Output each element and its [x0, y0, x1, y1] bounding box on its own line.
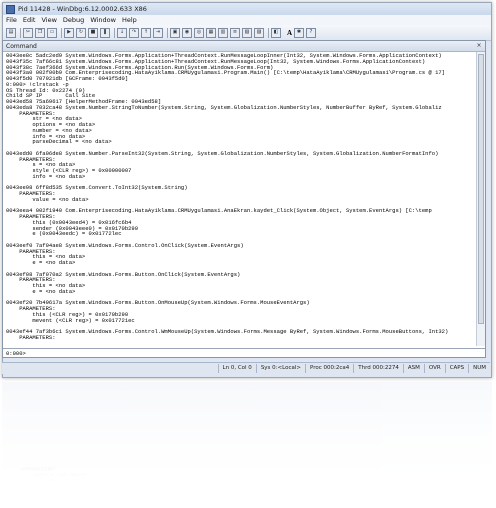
go-icon[interactable]: ▶ [64, 27, 74, 38]
open-icon[interactable]: ▤ [6, 27, 16, 38]
menu-view[interactable]: View [41, 16, 56, 24]
output-line: 0043eea4 002f1940 Com.Enterprisecoding.H… [6, 208, 432, 214]
menu-window[interactable]: Window [90, 16, 116, 24]
restart-icon[interactable]: ↻ [76, 27, 86, 38]
menu-help[interactable]: Help [122, 16, 137, 24]
menu-debug[interactable]: Debug [63, 16, 84, 24]
toolbar-separator [61, 27, 62, 38]
run-to-cursor-icon[interactable]: ⇥ [153, 27, 163, 38]
step-over-icon[interactable]: ↷ [129, 27, 139, 38]
title-bar[interactable]: Pid 11428 - WinDbg:6.12.0002.633 X86 [3, 3, 491, 15]
close-icon[interactable]: × [475, 42, 483, 49]
step-out-icon[interactable]: ↑ [141, 27, 151, 38]
vertical-scrollbar[interactable] [476, 52, 485, 346]
step-into-icon[interactable]: ↓ [117, 27, 127, 38]
status-num: NUM [468, 364, 490, 373]
copy-icon[interactable]: ❐ [35, 27, 45, 38]
command-output[interactable]: 0043ee8c 5adc2ed9 System.Windows.Forms.A… [3, 52, 476, 346]
menu-edit[interactable]: Edit [23, 16, 36, 24]
font-button[interactable]: A [285, 28, 294, 37]
toolbar-separator [20, 27, 21, 38]
output-line: 0043eda8 7032ca48 System.Number.StringTo… [6, 104, 442, 111]
toolbar-separator [167, 27, 168, 38]
output-line: 0043edd0 6fa06de8 System.Number.ParseInt… [6, 150, 439, 157]
status-caps: CAPS [444, 364, 468, 373]
toolbar-separator [268, 27, 269, 38]
stop-icon[interactable]: ■ [88, 27, 98, 38]
registers-window-icon[interactable]: ▦ [206, 27, 216, 38]
window-title: Pid 11428 - WinDbg:6.12.0002.633 X86 [18, 5, 147, 13]
output-line: 0043ef44 7af3b6c1 System.Windows.Forms.C… [6, 329, 449, 335]
options-icon[interactable]: ✱ [294, 27, 304, 38]
command-window-header[interactable]: Command × [3, 41, 485, 52]
memory-window-icon[interactable]: ▥ [218, 27, 228, 38]
scratch-pad-icon[interactable]: ▨ [254, 27, 264, 38]
locals-window-icon[interactable]: ◎ [194, 27, 204, 38]
command-input-row: 0:000> [3, 348, 485, 357]
app-icon [6, 4, 15, 14]
menu-bar: File Edit View Debug Window Help [3, 15, 491, 25]
watch-window-icon[interactable]: ◉ [182, 27, 192, 38]
break-icon[interactable]: ❚ [100, 27, 110, 38]
output-line: PARAMETERS: [6, 334, 56, 341]
toolbar-separator [114, 27, 115, 38]
status-system: Sys 0:<Local> [255, 364, 305, 373]
status-process: Proc 000:2ca4 [305, 364, 353, 373]
status-asm[interactable]: ASM [402, 364, 424, 373]
status-bar: Ln 0, Col 0 Sys 0:<Local> Proc 000:2ca4 … [2, 362, 490, 374]
toolbar: ▤ ✂ ❐ ▭ ▶ ↻ ■ ❚ ↓ ↷ ↑ ⇥ ▣ ◉ ◎ ▦ ▥ ≡ ▧ ▨ … [3, 25, 491, 41]
command-input[interactable] [25, 349, 427, 357]
source-mode-icon[interactable]: ◧ [271, 27, 281, 38]
help-icon[interactable]: ? [306, 27, 316, 38]
status-line-col: Ln 0, Col 0 [217, 364, 256, 373]
status-thread: Thrd 000:2274 [353, 364, 403, 373]
cut-icon[interactable]: ✂ [23, 27, 33, 38]
command-prompt: 0:000> [6, 349, 26, 357]
scrollbar-thumb[interactable] [478, 54, 484, 324]
command-window-icon[interactable]: ▣ [170, 27, 180, 38]
command-window-title: Command [6, 42, 37, 50]
reflection-fade [0, 382, 496, 508]
call-stack-window-icon[interactable]: ≡ [230, 27, 240, 38]
paste-icon[interactable]: ▭ [47, 27, 57, 38]
command-window: Command × 0043ee8c 5adc2ed9 System.Windo… [2, 40, 486, 358]
menu-file[interactable]: File [6, 16, 17, 24]
status-ovr[interactable]: OVR [423, 364, 445, 373]
disassembly-window-icon[interactable]: ▧ [242, 27, 252, 38]
